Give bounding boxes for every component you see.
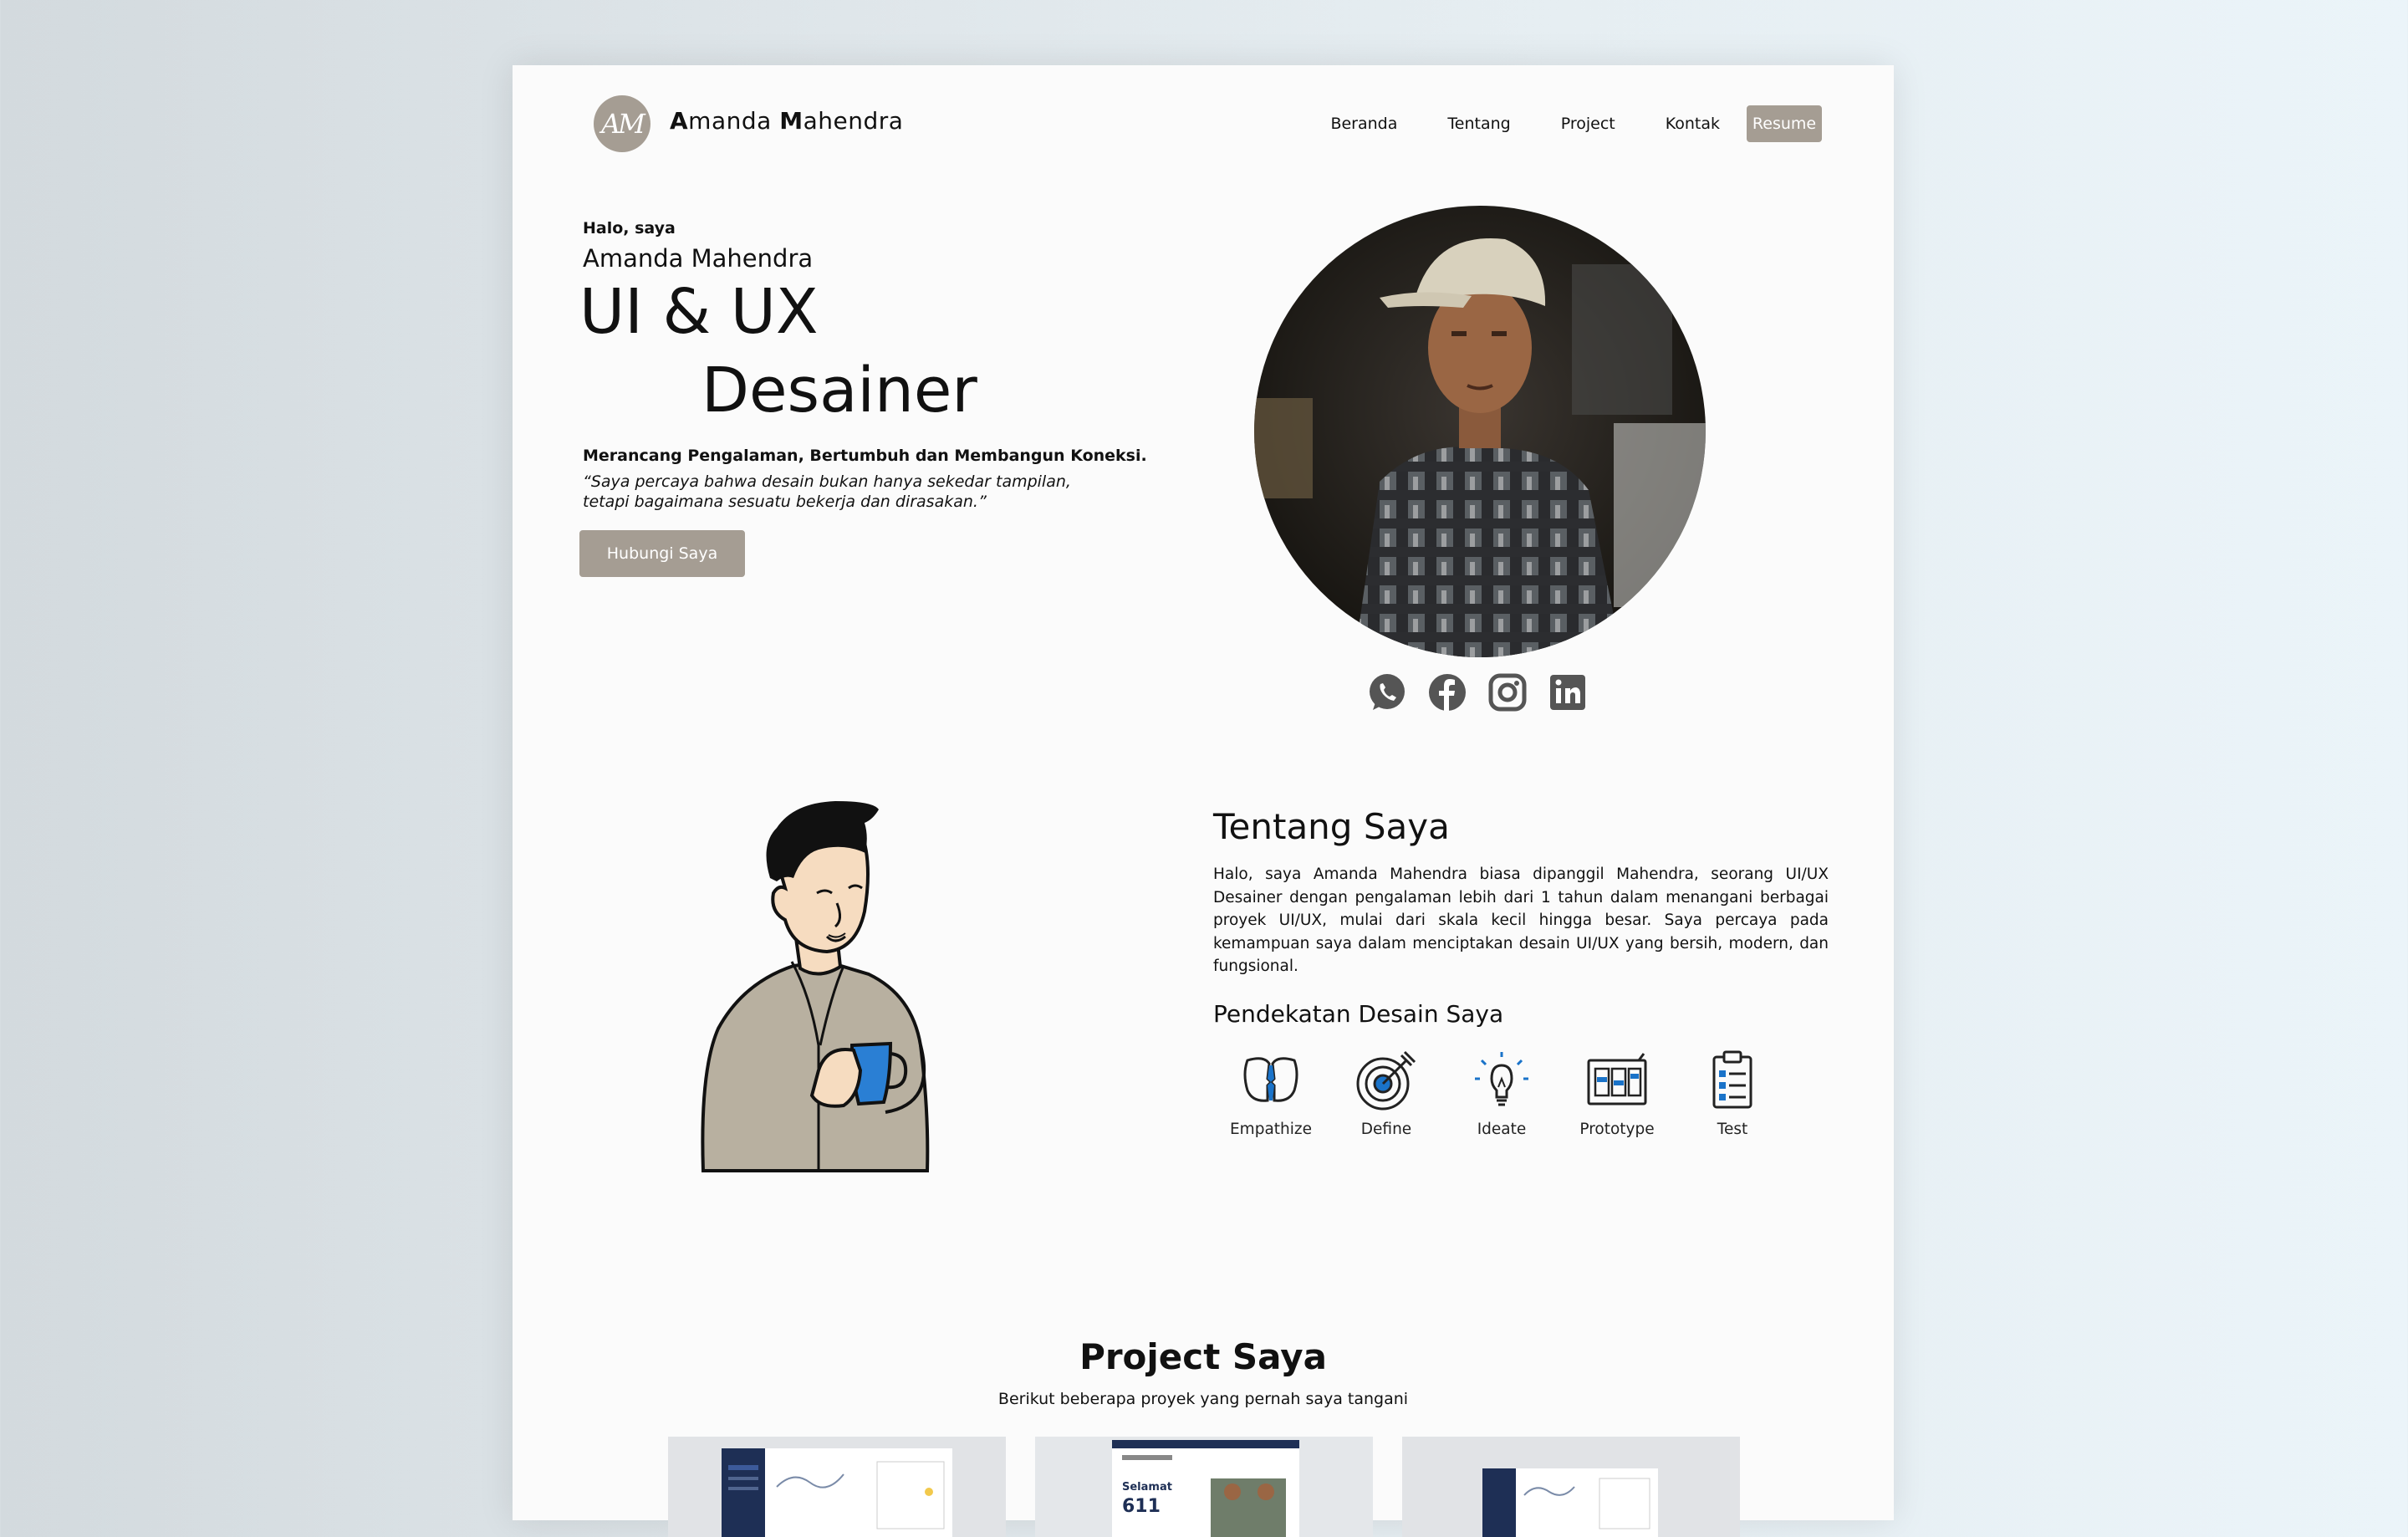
step-ideate: Ideate [1444, 1049, 1559, 1138]
nav-project[interactable]: Project [1561, 115, 1615, 133]
step-test: Test [1675, 1049, 1790, 1138]
project-card-2[interactable]: Selamat 611 [1035, 1437, 1373, 1537]
profile-photo [1254, 206, 1706, 657]
hero-title-line1: UI & UX [579, 276, 819, 348]
project-card-3[interactable] [1402, 1437, 1740, 1537]
hero-greeting: Halo, saya [583, 219, 676, 237]
step-define: Define [1329, 1049, 1444, 1138]
prototype-icon [1587, 1053, 1647, 1106]
portfolio-page: AM Amanda Mahendra Beranda Tentang Proje… [513, 65, 1894, 1537]
nav-tentang[interactable]: Tentang [1447, 115, 1510, 133]
project-card-1[interactable] [668, 1437, 1006, 1537]
step-empathize: Empathize [1213, 1049, 1329, 1138]
empathize-icon [1243, 1057, 1298, 1102]
brand-name[interactable]: Amanda Mahendra [670, 107, 903, 135]
contact-button[interactable]: Hubungi Saya [579, 530, 745, 577]
target-icon [1356, 1050, 1416, 1111]
lightbulb-icon [1475, 1052, 1528, 1106]
linkedin-icon[interactable] [1547, 671, 1589, 713]
approach-title: Pendekatan Desain Saya [1213, 1000, 1504, 1028]
hero-quote: “Saya percaya bahwa desain bukan hanya s… [583, 472, 1071, 511]
projects-title: Project Saya [1079, 1336, 1327, 1377]
project-cards: Selamat 611 [668, 1437, 1769, 1537]
projects-subtitle: Berikut beberapa proyek yang pernah saya… [997, 1390, 1409, 1408]
hero-tagline: Merancang Pengalaman, Bertumbuh dan Memb… [583, 447, 1147, 465]
about-title: Tentang Saya [1213, 806, 1450, 847]
resume-button[interactable]: Resume [1747, 105, 1822, 142]
nav-kontak[interactable]: Kontak [1666, 115, 1720, 133]
svg-text:Selamat: Selamat [1122, 1481, 1172, 1494]
character-illustration [693, 794, 961, 1179]
svg-text:611: 611 [1122, 1496, 1161, 1517]
whatsapp-icon[interactable] [1366, 671, 1408, 713]
facebook-icon[interactable] [1426, 671, 1468, 713]
clipboard-icon [1712, 1050, 1752, 1109]
design-steps: Empathize Define Ideate Prototype Test [1213, 1049, 1790, 1138]
step-prototype: Prototype [1559, 1049, 1675, 1138]
hero-name: Amanda Mahendra [583, 244, 814, 273]
hero-title-line2: Desainer [701, 355, 977, 426]
instagram-icon[interactable] [1487, 671, 1528, 713]
social-links [1366, 671, 1607, 713]
about-text: Halo, saya Amanda Mahendra biasa dipangg… [1213, 866, 1829, 975]
main-nav: Beranda Tentang Project Kontak Resume [1330, 105, 1822, 142]
nav-beranda[interactable]: Beranda [1330, 115, 1397, 133]
logo-mark[interactable]: AM [594, 95, 650, 152]
